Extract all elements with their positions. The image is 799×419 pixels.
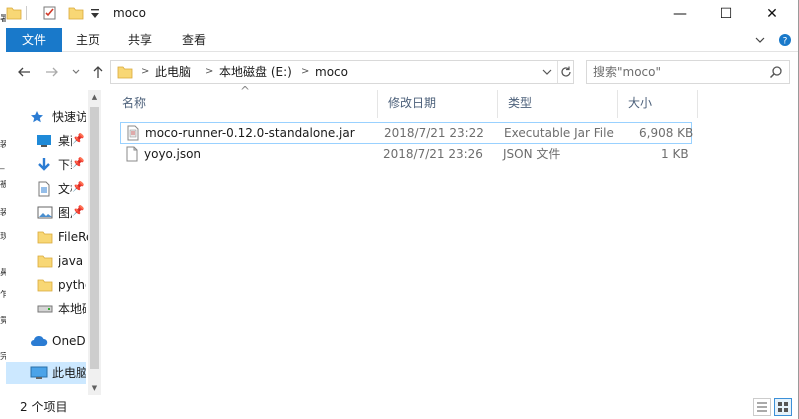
minimize-button[interactable]: — bbox=[657, 0, 703, 28]
folder-icon bbox=[37, 230, 53, 247]
search-icon[interactable] bbox=[769, 65, 783, 82]
cloud-icon bbox=[30, 335, 48, 350]
up-button[interactable] bbox=[90, 64, 106, 80]
window-title: moco bbox=[113, 6, 146, 20]
nav-item-python[interactable]: python bbox=[6, 274, 86, 296]
nav-scrollbar[interactable]: ▲ ▼ bbox=[88, 90, 101, 395]
file-modified: 2018/7/21 23:26 bbox=[383, 147, 483, 161]
new-folder-icon[interactable] bbox=[68, 5, 84, 24]
desktop-icon bbox=[36, 134, 52, 151]
chevron-right-icon[interactable]: > bbox=[205, 65, 213, 79]
file-modified: 2018/7/21 23:22 bbox=[384, 126, 484, 140]
pin-icon: 📌 bbox=[72, 206, 85, 217]
nav-item-downloads[interactable]: 下载 📌 bbox=[6, 154, 86, 176]
nav-item-java[interactable]: java bbox=[6, 250, 86, 272]
file-row[interactable]: moco-runner-0.12.0-standalone.jar 2018/7… bbox=[120, 122, 694, 144]
file-type: Executable Jar File bbox=[504, 126, 614, 140]
file-name: yoyo.json bbox=[144, 147, 202, 161]
file-row[interactable]: yoyo.json 2018/7/21 23:26 JSON 文件 1 KB bbox=[120, 144, 692, 166]
document-icon bbox=[37, 181, 51, 200]
breadcrumb-moco[interactable]: moco bbox=[315, 65, 348, 79]
pin-icon: 📌 bbox=[72, 158, 85, 169]
close-button[interactable]: ✕ bbox=[749, 0, 795, 28]
explorer-window: 暑 装 _ 被 装 现 鼻 乍 竟 完 moco — ☐ ✕ 文件 主页 共享 bbox=[0, 0, 799, 419]
file-list: ^ 名称 修改日期 类型 大小 moco-runner-0.12.0-stand… bbox=[112, 84, 798, 395]
title-bar: moco — ☐ ✕ bbox=[6, 0, 798, 28]
ribbon-tabs: 文件 主页 共享 查看 ? bbox=[6, 28, 798, 52]
star-icon bbox=[30, 110, 44, 127]
back-button[interactable] bbox=[16, 64, 32, 80]
maximize-button[interactable]: ☐ bbox=[703, 0, 749, 28]
chevron-down-icon[interactable] bbox=[753, 33, 767, 47]
folder-icon bbox=[6, 5, 22, 24]
nav-item-this-pc[interactable]: 此电脑 bbox=[6, 362, 86, 384]
scroll-up-icon[interactable]: ▲ bbox=[88, 90, 101, 104]
file-size: 6,908 KB bbox=[639, 126, 694, 140]
status-bar: 2 个项目 bbox=[6, 395, 798, 419]
json-file-icon bbox=[124, 146, 140, 165]
folder-icon bbox=[37, 254, 53, 271]
nav-item-onedrive[interactable]: OneDrive bbox=[6, 330, 86, 352]
column-header-row: ^ 名称 修改日期 类型 大小 bbox=[112, 84, 698, 118]
tab-share[interactable]: 共享 bbox=[120, 28, 160, 52]
scroll-thumb[interactable] bbox=[90, 107, 99, 369]
breadcrumb-this-pc[interactable]: 此电脑 bbox=[155, 65, 191, 79]
nav-item-filerecv[interactable]: FileRecv bbox=[6, 226, 88, 248]
divider bbox=[557, 61, 558, 83]
breadcrumb-local-disk[interactable]: 本地磁盘 (E:) bbox=[219, 65, 292, 79]
recent-locations-icon[interactable] bbox=[68, 66, 84, 82]
address-bar[interactable]: > 此电脑 > 本地磁盘 (E:) > moco bbox=[110, 60, 574, 84]
item-count: 2 个项目 bbox=[20, 400, 68, 414]
divider bbox=[26, 6, 27, 20]
nav-item-quick-access[interactable]: 快速访问 bbox=[6, 106, 86, 128]
download-icon bbox=[37, 157, 51, 176]
computer-icon bbox=[30, 366, 48, 383]
nav-item-documents[interactable]: 文档 📌 bbox=[6, 178, 86, 200]
svg-text:?: ? bbox=[783, 37, 788, 47]
properties-icon[interactable] bbox=[42, 5, 58, 24]
jar-file-icon bbox=[125, 125, 141, 144]
folder-icon bbox=[117, 64, 133, 83]
chevron-down-icon[interactable] bbox=[541, 66, 553, 81]
forward-button[interactable] bbox=[44, 64, 60, 80]
column-header-name[interactable]: 名称 bbox=[112, 90, 378, 118]
details-view-button[interactable] bbox=[753, 398, 771, 416]
refresh-icon[interactable] bbox=[559, 65, 573, 82]
picture-icon bbox=[37, 206, 53, 223]
column-header-size[interactable]: 大小 bbox=[618, 90, 698, 118]
nav-item-pictures[interactable]: 图片 📌 bbox=[6, 202, 86, 224]
customize-toolbar-icon[interactable] bbox=[90, 8, 100, 23]
column-header-modified[interactable]: 修改日期 bbox=[378, 90, 498, 118]
large-icons-view-button[interactable] bbox=[774, 398, 792, 416]
file-name: moco-runner-0.12.0-standalone.jar bbox=[145, 126, 355, 140]
file-type: JSON 文件 bbox=[503, 147, 561, 161]
nav-item-local-disk[interactable]: 本地磁盘 bbox=[6, 298, 86, 320]
search-input[interactable]: 搜索"moco" bbox=[586, 60, 790, 84]
navigation-bar: > 此电脑 > 本地磁盘 (E:) > moco 搜索"moco" bbox=[6, 52, 798, 90]
column-header-type[interactable]: 类型 bbox=[498, 90, 618, 118]
chevron-right-icon[interactable]: > bbox=[141, 65, 149, 79]
chevron-right-icon[interactable]: > bbox=[301, 65, 309, 79]
tab-home[interactable]: 主页 bbox=[68, 28, 108, 52]
pin-icon: 📌 bbox=[72, 134, 85, 145]
tab-file[interactable]: 文件 bbox=[6, 28, 62, 52]
pin-icon: 📌 bbox=[72, 182, 85, 193]
scroll-down-icon[interactable]: ▼ bbox=[88, 381, 101, 395]
tab-view[interactable]: 查看 bbox=[174, 28, 214, 52]
file-size: 1 KB bbox=[661, 147, 689, 161]
navigation-pane: 快速访问 桌面 📌 下载 📌 文档 📌 图片 bbox=[6, 90, 101, 395]
nav-item-desktop[interactable]: 桌面 📌 bbox=[6, 130, 86, 152]
help-icon[interactable]: ? bbox=[778, 33, 792, 47]
search-placeholder: 搜索"moco" bbox=[593, 65, 662, 79]
folder-icon bbox=[37, 278, 53, 295]
drive-icon bbox=[37, 303, 53, 318]
